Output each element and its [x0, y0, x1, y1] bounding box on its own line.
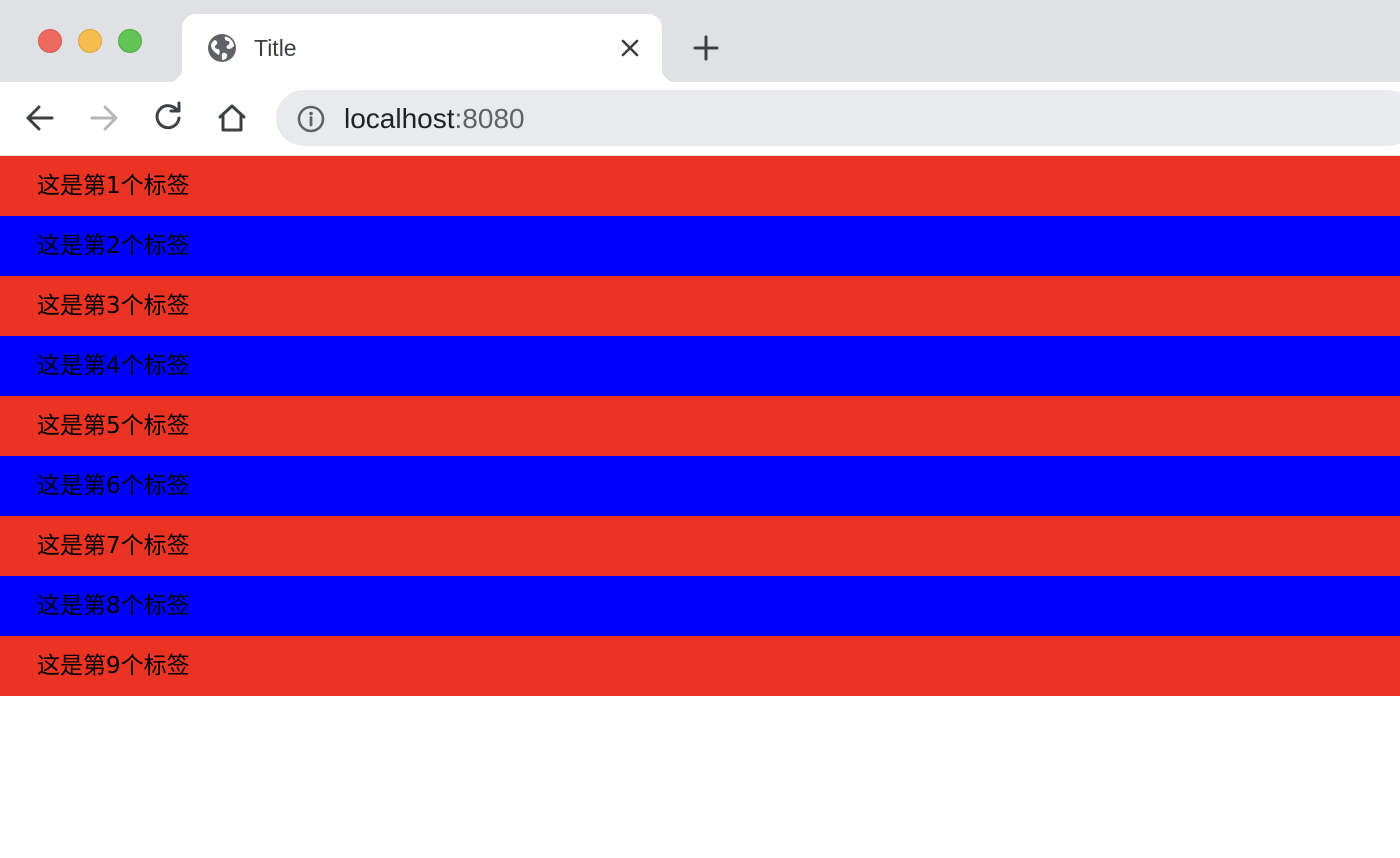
list-item: 这是第7个标签	[0, 516, 1400, 576]
url-port: :8080	[454, 103, 525, 134]
info-icon[interactable]	[296, 104, 326, 134]
list-item: 这是第5个标签	[0, 396, 1400, 456]
address-bar[interactable]: localhost:8080	[276, 90, 1400, 146]
reload-icon[interactable]	[148, 98, 188, 138]
tab-strip: Title	[0, 0, 1400, 82]
tab-title: Title	[254, 35, 297, 61]
window-maximize-button[interactable]	[118, 29, 142, 53]
window-minimize-button[interactable]	[78, 29, 102, 53]
close-icon[interactable]	[616, 34, 644, 62]
list-item: 这是第4个标签	[0, 336, 1400, 396]
url-text[interactable]: localhost:8080	[344, 103, 525, 135]
tab-active[interactable]: Title	[168, 14, 676, 82]
list-item: 这是第1个标签	[0, 156, 1400, 216]
url-host: localhost	[344, 103, 455, 134]
list-item: 这是第3个标签	[0, 276, 1400, 336]
globe-icon	[206, 32, 238, 64]
plus-icon[interactable]	[690, 32, 722, 64]
arrow-left-icon[interactable]	[20, 98, 60, 138]
list-item: 这是第2个标签	[0, 216, 1400, 276]
list-item: 这是第8个标签	[0, 576, 1400, 636]
page-content: 这是第1个标签 这是第2个标签 这是第3个标签 这是第4个标签 这是第5个标签 …	[0, 156, 1400, 696]
browser-toolbar: localhost:8080	[0, 82, 1400, 156]
list-item: 这是第9个标签	[0, 636, 1400, 696]
list-item: 这是第6个标签	[0, 456, 1400, 516]
browser-window: Title localhost:8080 这是第1个标签 这是第2个标签 这是第…	[0, 0, 1400, 858]
home-icon[interactable]	[212, 98, 252, 138]
arrow-right-icon[interactable]	[84, 98, 124, 138]
window-close-button[interactable]	[38, 29, 62, 53]
